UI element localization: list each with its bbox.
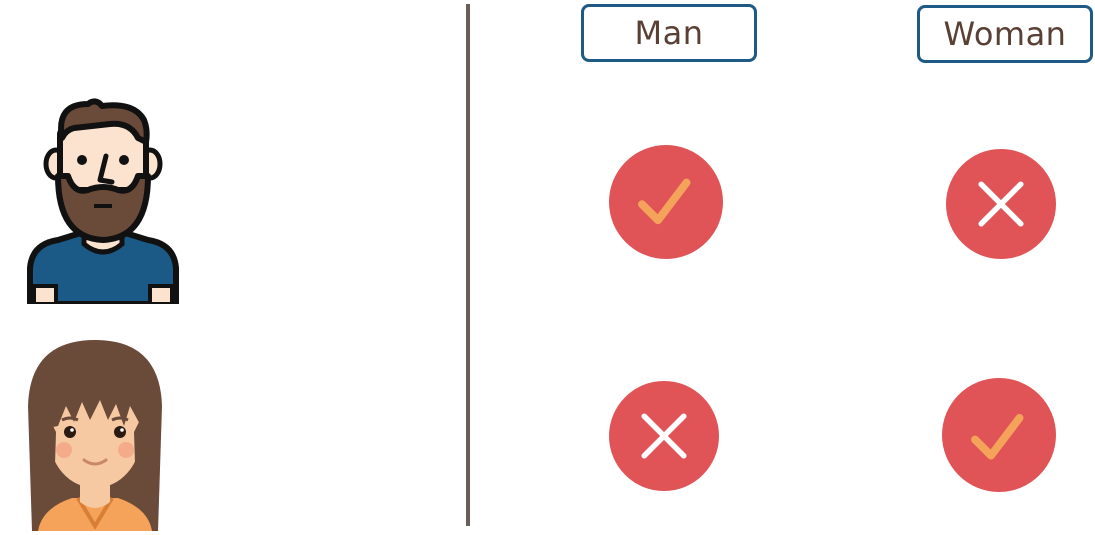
woman-avatar-icon [20, 336, 170, 531]
man-avatar-icon [22, 98, 184, 307]
man-row-woman-col-cross-icon [946, 149, 1056, 259]
man-row-man-col-check-icon [609, 145, 723, 259]
column-header-woman: Woman [917, 5, 1093, 63]
vertical-divider [466, 4, 470, 526]
column-header-man: Man [581, 4, 757, 62]
woman-row-man-col-cross-icon [609, 381, 719, 491]
woman-row-woman-col-check-icon [942, 378, 1056, 492]
